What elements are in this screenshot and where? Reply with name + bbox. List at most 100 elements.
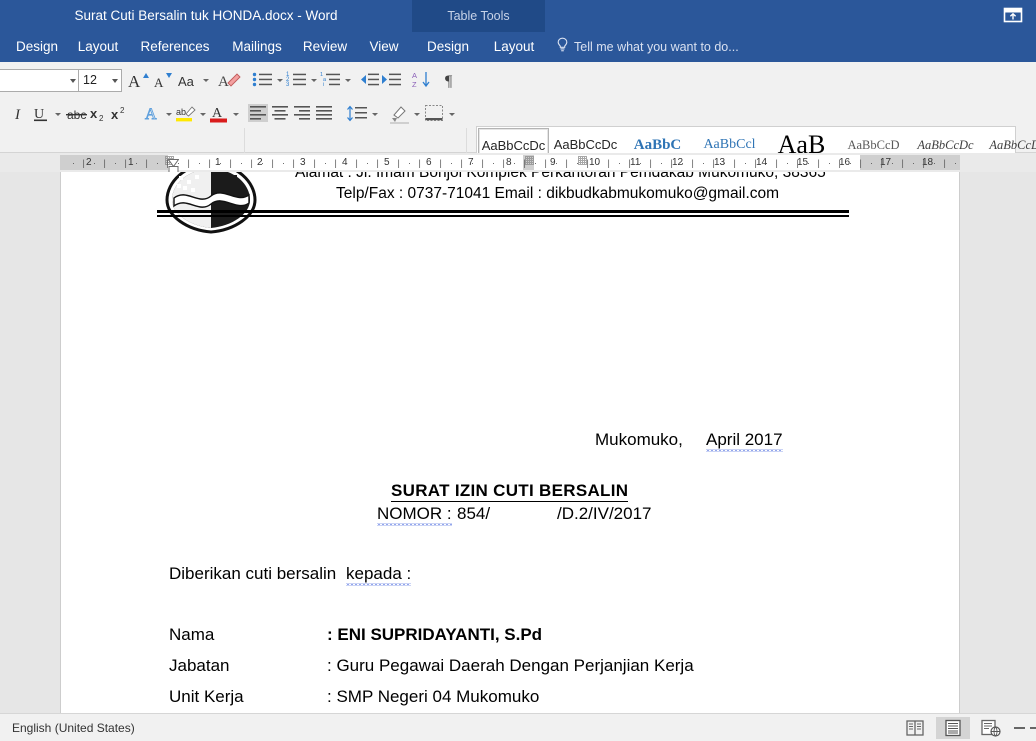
read-mode-view-button[interactable] <box>898 717 932 739</box>
shrink-font-button[interactable]: A <box>151 70 175 91</box>
ruler-tick: | <box>334 158 337 168</box>
strikethrough-button[interactable]: abc <box>66 104 88 124</box>
justify-button[interactable] <box>314 104 334 122</box>
header-rule-thin <box>157 215 849 217</box>
grow-font-button[interactable]: A <box>126 70 150 91</box>
font-color-button[interactable]: A <box>209 103 231 125</box>
doc-nomor-suffix: /D.2/IV/2017 <box>557 504 652 523</box>
ribbon-tab-design[interactable]: Design <box>14 32 60 62</box>
ribbon-display-options-icon[interactable] <box>1002 6 1024 24</box>
ruler-tick: | <box>733 158 736 168</box>
numbering-button[interactable]: 1 2 3 <box>286 70 308 90</box>
ruler-tick: | <box>271 158 274 168</box>
ruler-tick: | <box>397 158 400 168</box>
bullets-button[interactable] <box>252 70 274 90</box>
chevron-down-icon[interactable] <box>233 113 239 116</box>
line-and-paragraph-spacing-button[interactable] <box>346 104 368 123</box>
doc-intro-spelled: kepada : <box>346 564 412 588</box>
clear-all-formatting-button[interactable]: A <box>218 70 242 91</box>
ruler-tick: | <box>922 158 925 168</box>
chevron-down-icon[interactable] <box>414 113 420 116</box>
ruler-tick: | <box>817 158 820 168</box>
chevron-down-icon[interactable] <box>449 113 455 116</box>
web-layout-view-button[interactable] <box>974 717 1008 739</box>
ribbon-tab-review[interactable]: Review <box>300 32 350 62</box>
align-right-button[interactable] <box>292 104 312 122</box>
chevron-down-icon[interactable] <box>200 113 206 116</box>
chevron-down-icon[interactable] <box>55 113 61 116</box>
ruler-tick: | <box>565 158 568 168</box>
left-indent-marker[interactable] <box>168 162 179 172</box>
document-page[interactable]: Alamat : Jl. Imam Bonjol Komplek Perkant… <box>60 172 960 713</box>
svg-text:A: A <box>128 72 141 91</box>
ruler-tab-stop[interactable] <box>525 156 534 165</box>
ribbon-tab-design-table-tools[interactable]: Design <box>425 32 471 62</box>
doc-field-label: Unit Kerja <box>169 687 244 706</box>
chevron-down-icon[interactable] <box>372 113 378 116</box>
align-center-button[interactable] <box>270 104 290 122</box>
chevron-down-icon[interactable] <box>203 79 209 82</box>
ruler-tick: · <box>240 158 243 168</box>
ruler-tick: · <box>597 158 600 168</box>
font-size-combo[interactable]: 12 <box>78 69 122 92</box>
svg-text:Aa: Aa <box>178 74 195 89</box>
ribbon-tab-view[interactable]: View <box>364 32 404 62</box>
chevron-down-icon[interactable] <box>345 79 351 82</box>
doc-field-label: Nama <box>169 625 215 644</box>
increase-indent-button[interactable] <box>381 70 401 90</box>
ruler-tick: · <box>933 158 936 168</box>
superscript-button[interactable]: x 2 <box>110 104 130 124</box>
chevron-down-icon[interactable] <box>112 79 118 83</box>
header-address-line: Alamat : Jl. Imam Bonjol Komplek Perkant… <box>295 172 826 181</box>
ribbon-tab-layout-table-tools[interactable]: Layout <box>490 32 538 62</box>
borders-button[interactable] <box>424 104 444 122</box>
sort-button[interactable]: A Z <box>412 70 432 90</box>
underline-button[interactable]: U <box>31 104 50 124</box>
text-effects-button[interactable]: A <box>142 103 164 124</box>
document-canvas[interactable]: Alamat : Jl. Imam Bonjol Komplek Perkant… <box>0 172 1036 713</box>
zoom-slider-track[interactable] <box>1030 727 1036 729</box>
ruler-tick: · <box>807 158 810 168</box>
chevron-down-icon[interactable] <box>166 113 172 116</box>
ruler-tick: | <box>502 158 505 168</box>
ruler-tick: · <box>135 158 138 168</box>
ruler-tick: · <box>660 158 663 168</box>
align-left-button[interactable] <box>248 104 268 122</box>
ribbon-tab-layout[interactable]: Layout <box>74 32 122 62</box>
decrease-indent-button[interactable] <box>359 70 379 90</box>
text-highlight-color-button[interactable]: ab <box>175 103 197 125</box>
ribbon-tab-references[interactable]: References <box>136 32 214 62</box>
ruler-tick: · <box>576 158 579 168</box>
svg-text:A: A <box>154 75 164 90</box>
doc-field-value: : Guru Pegawai Daerah Dengan Perjanjian … <box>327 656 694 675</box>
chevron-down-icon[interactable] <box>311 79 317 82</box>
ruler-tick: · <box>891 158 894 168</box>
ribbon-tab-mailings[interactable]: Mailings <box>228 32 286 62</box>
ruler-tick: · <box>72 158 75 168</box>
language-status[interactable]: English (United States) <box>12 714 135 741</box>
ruler-tick: · <box>681 158 684 168</box>
zoom-out-button[interactable] <box>1014 727 1025 729</box>
shading-button[interactable] <box>389 103 411 124</box>
ruler-tick: | <box>859 158 862 168</box>
italic-button[interactable]: I <box>10 104 27 124</box>
multilevel-list-button[interactable]: 1 a i <box>320 70 342 90</box>
ruler-tick: · <box>408 158 411 168</box>
doc-field-value: : ENI SUPRIDAYANTI, S.Pd <box>327 625 543 644</box>
show-formatting-marks-button[interactable]: ¶ <box>443 70 461 90</box>
font-name-combo[interactable]: ial <box>0 69 80 92</box>
ruler-tick: | <box>208 158 211 168</box>
print-layout-view-button[interactable] <box>936 717 970 739</box>
doc-intro-text: Diberikan cuti bersalin <box>169 564 337 583</box>
horizontal-ruler[interactable]: 2 1 1 2 3 4 5 6 7 8 9 10 11 12 13 14 15 16 17 18 · | · | · | · | · | ·… <box>0 153 1036 172</box>
ruler-tick: | <box>712 158 715 168</box>
chevron-down-icon[interactable] <box>277 79 283 82</box>
ruler-tick: | <box>103 158 106 168</box>
subscript-button[interactable]: x 2 <box>89 104 109 124</box>
ruler-tick: | <box>901 158 904 168</box>
ruler-number: 2 <box>86 157 92 168</box>
doc-title: SURAT IZIN CUTI BERSALIN <box>391 481 629 502</box>
first-line-indent-marker[interactable] <box>167 154 180 168</box>
chevron-down-icon[interactable] <box>70 79 76 83</box>
tell-me-search[interactable]: Tell me what you want to do... <box>556 32 739 62</box>
